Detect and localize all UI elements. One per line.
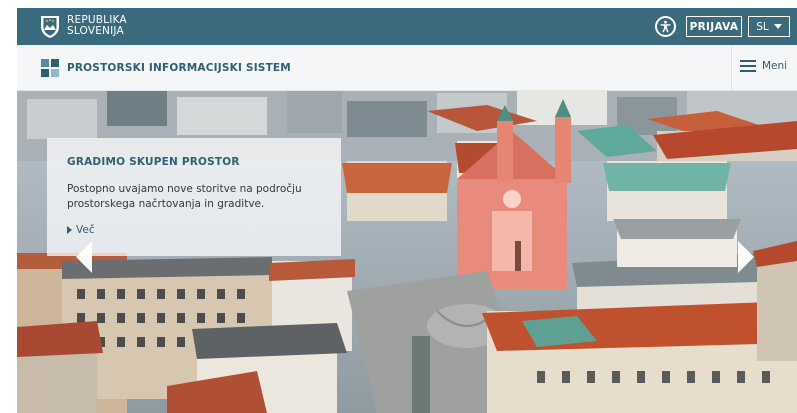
gov-name-line2: SLOVENIJA [67,25,124,37]
gov-name[interactable]: REPUBLIKA SLOVENIJA [67,15,127,37]
login-button[interactable]: PRIJAVA [686,16,742,37]
read-more-link[interactable]: Več [67,224,323,236]
page-frame: REPUBLIKA SLOVENIJA PRIJAVA SL PROSTORSK… [17,8,797,413]
caret-right-icon [67,226,72,234]
chevron-down-icon [773,24,782,29]
language-select[interactable]: SL [748,16,790,37]
app-header: PROSTORSKI INFORMACIJSKI SISTEM Meni [17,45,797,91]
pis-logo-icon[interactable] [41,59,59,77]
hero-card-text: Postopno uvajamo nove storitve na področ… [67,183,302,210]
accessibility-icon[interactable] [655,16,676,37]
language-label: SL [756,20,769,33]
app-title[interactable]: PROSTORSKI INFORMACIJSKI SISTEM [67,62,291,74]
slovenia-coat-of-arms-logo[interactable] [39,15,61,39]
carousel-next-arrow-icon[interactable] [738,241,754,273]
read-more-label: Več [76,224,95,236]
menu-button[interactable]: Meni [740,60,787,72]
hero-card-title: GRADIMO SKUPEN PROSTOR [67,156,240,168]
menu-label: Meni [762,60,788,72]
menu-divider [731,45,732,91]
hamburger-icon [740,60,756,72]
gov-top-bar: REPUBLIKA SLOVENIJA PRIJAVA SL [17,8,797,45]
hero-carousel: GRADIMO SKUPEN PROSTOR Postopno uvajamo … [17,91,797,413]
carousel-prev-arrow-icon[interactable] [76,241,92,273]
hero-card: GRADIMO SKUPEN PROSTOR Postopno uvajamo … [47,138,341,256]
